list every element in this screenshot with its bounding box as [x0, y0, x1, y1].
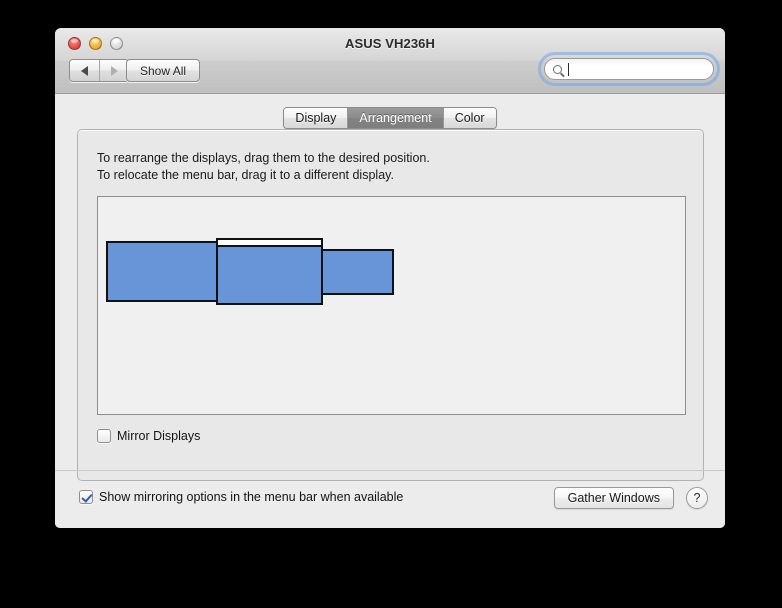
forward-button[interactable]: [99, 60, 128, 81]
tab-bar: Display Arrangement Color: [55, 107, 725, 129]
window-content: Display Arrangement Color To rearrange t…: [55, 94, 725, 528]
arrangement-panel: To rearrange the displays, drag them to …: [77, 129, 704, 481]
show-mirroring-options-label: Show mirroring options in the menu bar w…: [99, 490, 404, 504]
show-mirroring-options-checkbox[interactable]: [79, 490, 93, 504]
instructions-text: To rearrange the displays, drag them to …: [97, 150, 430, 184]
tab-arrangement[interactable]: Arrangement: [347, 108, 443, 128]
help-button[interactable]: ?: [686, 487, 708, 509]
back-arrow-icon: [81, 65, 88, 76]
show-all-button[interactable]: Show All: [126, 59, 201, 82]
display-preferences-window: ASUS VH236H Show All Display Arrangement…: [55, 28, 725, 528]
navigation-segmented-control: [69, 59, 129, 82]
footer-actions: Gather Windows ?: [553, 487, 708, 509]
display-thumbnail-center-primary[interactable]: [216, 238, 323, 305]
mirror-displays-checkbox[interactable]: [97, 429, 111, 443]
text-caret: [568, 62, 569, 76]
instruction-line-2: To relocate the menu bar, drag it to a d…: [97, 168, 394, 182]
mirror-displays-label: Mirror Displays: [117, 429, 201, 443]
menu-bar-strip[interactable]: [218, 240, 321, 247]
search-field-container: [544, 58, 714, 80]
tab-color[interactable]: Color: [442, 108, 496, 128]
back-button[interactable]: [70, 60, 99, 81]
mirror-displays-row[interactable]: Mirror Displays: [97, 429, 200, 443]
window-title: ASUS VH236H: [345, 36, 435, 51]
display-thumbnail-right[interactable]: [321, 249, 394, 295]
window-footer: Show mirroring options in the menu bar w…: [55, 470, 725, 528]
gather-windows-button[interactable]: Gather Windows: [553, 487, 674, 509]
desktop-background: ASUS VH236H Show All Display Arrangement…: [0, 0, 782, 608]
forward-arrow-icon: [110, 65, 118, 76]
search-icon: [553, 64, 562, 74]
search-input[interactable]: [544, 58, 714, 80]
display-arrangement-canvas[interactable]: [97, 196, 686, 415]
display-thumbnail-left[interactable]: [106, 241, 218, 302]
instruction-line-1: To rearrange the displays, drag them to …: [97, 151, 430, 165]
window-titlebar[interactable]: ASUS VH236H Show All: [55, 28, 725, 94]
show-mirroring-options-row[interactable]: Show mirroring options in the menu bar w…: [79, 490, 403, 504]
tab-display[interactable]: Display: [284, 108, 348, 128]
tab-group: Display Arrangement Color: [283, 107, 497, 129]
